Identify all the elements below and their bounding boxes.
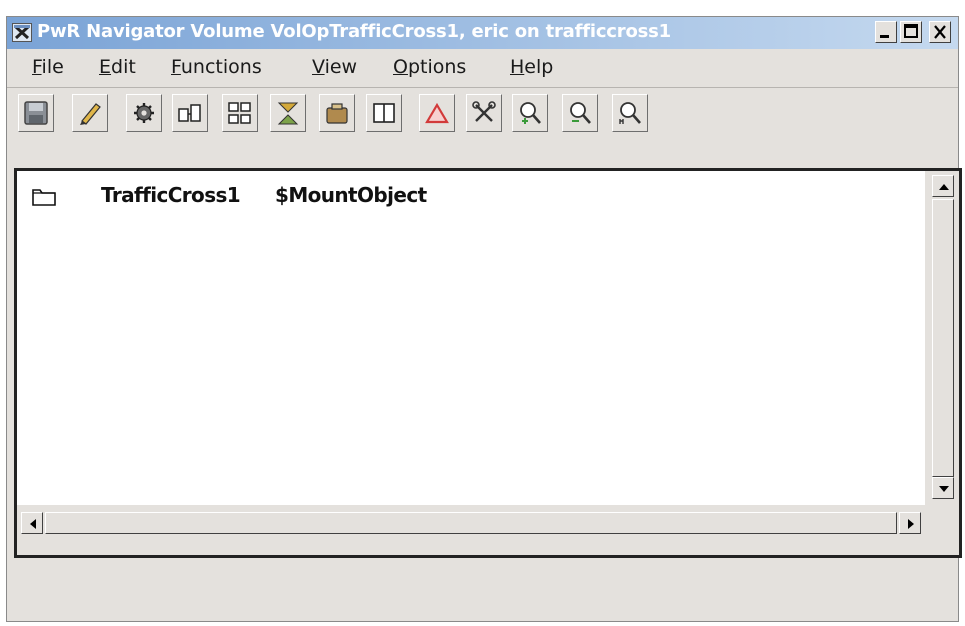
- object-tree-icon: [178, 104, 201, 122]
- zoom-out-icon: [570, 102, 591, 124]
- alarm-button[interactable]: [419, 94, 455, 132]
- navigator-pane: TrafficCross1 $MountObject: [14, 168, 962, 558]
- zoom-in-button[interactable]: [512, 94, 548, 132]
- scroll-up-button[interactable]: [932, 175, 954, 197]
- menu-options[interactable]: Options: [393, 56, 466, 78]
- hierarchy-icon: [228, 102, 251, 124]
- tools-button[interactable]: [466, 94, 502, 132]
- menu-options-label: ptions: [407, 56, 467, 78]
- arrow-down-icon: [939, 486, 949, 492]
- list-item[interactable]: TrafficCross1 $MountObject: [17, 183, 917, 211]
- save-icon: [24, 101, 48, 125]
- configure-button[interactable]: [126, 94, 162, 132]
- menu-view[interactable]: View: [312, 56, 357, 78]
- edit-button[interactable]: [72, 94, 108, 132]
- edit-pencil-icon: [80, 103, 101, 125]
- container-icon: [326, 103, 348, 124]
- split-view-button[interactable]: [366, 94, 402, 132]
- object-name: TrafficCross1: [101, 183, 241, 207]
- alarm-triangle-icon: [425, 102, 449, 124]
- vertical-scrollbar[interactable]: [927, 171, 959, 505]
- menu-functions-label: unctions: [180, 56, 262, 78]
- hierarchy-button[interactable]: [222, 94, 258, 132]
- plant-flow-button[interactable]: [270, 94, 306, 132]
- save-button[interactable]: [18, 94, 54, 132]
- arrow-right-icon: [908, 519, 914, 529]
- menu-view-mnemonic: V: [312, 56, 325, 78]
- menu-file-mnemonic: F: [32, 56, 42, 78]
- vertical-scroll-thumb[interactable]: [932, 199, 954, 477]
- menu-edit[interactable]: Edit: [99, 56, 136, 78]
- zoom-reset-icon: [619, 102, 641, 124]
- close-button[interactable]: [929, 21, 951, 43]
- menu-file-label: ile: [41, 56, 64, 78]
- horizontal-scrollbar[interactable]: [17, 507, 925, 539]
- gear-icon: [134, 103, 154, 123]
- split-view-icon: [373, 103, 395, 123]
- menu-functions-mnemonic: F: [171, 56, 181, 78]
- window-title: PwR Navigator Volume VolOpTrafficCross1,…: [37, 21, 671, 42]
- zoom-out-button[interactable]: [562, 94, 598, 132]
- menu-file[interactable]: File: [32, 56, 64, 78]
- menu-bar: File Edit Functions View Options Help: [7, 49, 958, 87]
- container-button[interactable]: [319, 94, 355, 132]
- scroll-right-button[interactable]: [899, 512, 921, 534]
- menu-help[interactable]: Help: [510, 56, 553, 78]
- maximize-button[interactable]: [900, 21, 922, 43]
- horizontal-scroll-thumb[interactable]: [45, 512, 897, 534]
- folder-icon: [32, 189, 56, 206]
- scroll-down-button[interactable]: [932, 477, 954, 499]
- menu-help-label: elp: [524, 56, 554, 78]
- object-list[interactable]: TrafficCross1 $MountObject: [17, 171, 925, 505]
- arrow-left-icon: [30, 519, 36, 529]
- scroll-left-button[interactable]: [21, 512, 43, 534]
- object-class: $MountObject: [275, 183, 427, 207]
- toolbar-divider: [7, 87, 958, 88]
- zoom-reset-button[interactable]: [612, 94, 648, 132]
- title-bar[interactable]: PwR Navigator Volume VolOpTrafficCross1,…: [7, 17, 958, 49]
- menu-edit-label: dit: [111, 56, 136, 78]
- tools-icon: [472, 101, 496, 122]
- zoom-in-icon: [520, 102, 541, 124]
- menu-edit-mnemonic: E: [99, 56, 112, 78]
- menu-functions[interactable]: Functions: [171, 56, 262, 78]
- arrow-up-icon: [939, 184, 949, 190]
- menu-options-mnemonic: O: [393, 56, 408, 78]
- app-icon[interactable]: [12, 23, 32, 42]
- menu-view-label: iew: [324, 56, 358, 78]
- menu-help-mnemonic: H: [510, 56, 525, 78]
- status-area: [7, 560, 958, 620]
- minimize-button[interactable]: [875, 21, 897, 43]
- object-tree-button[interactable]: [172, 94, 208, 132]
- plant-flow-icon: [277, 102, 299, 125]
